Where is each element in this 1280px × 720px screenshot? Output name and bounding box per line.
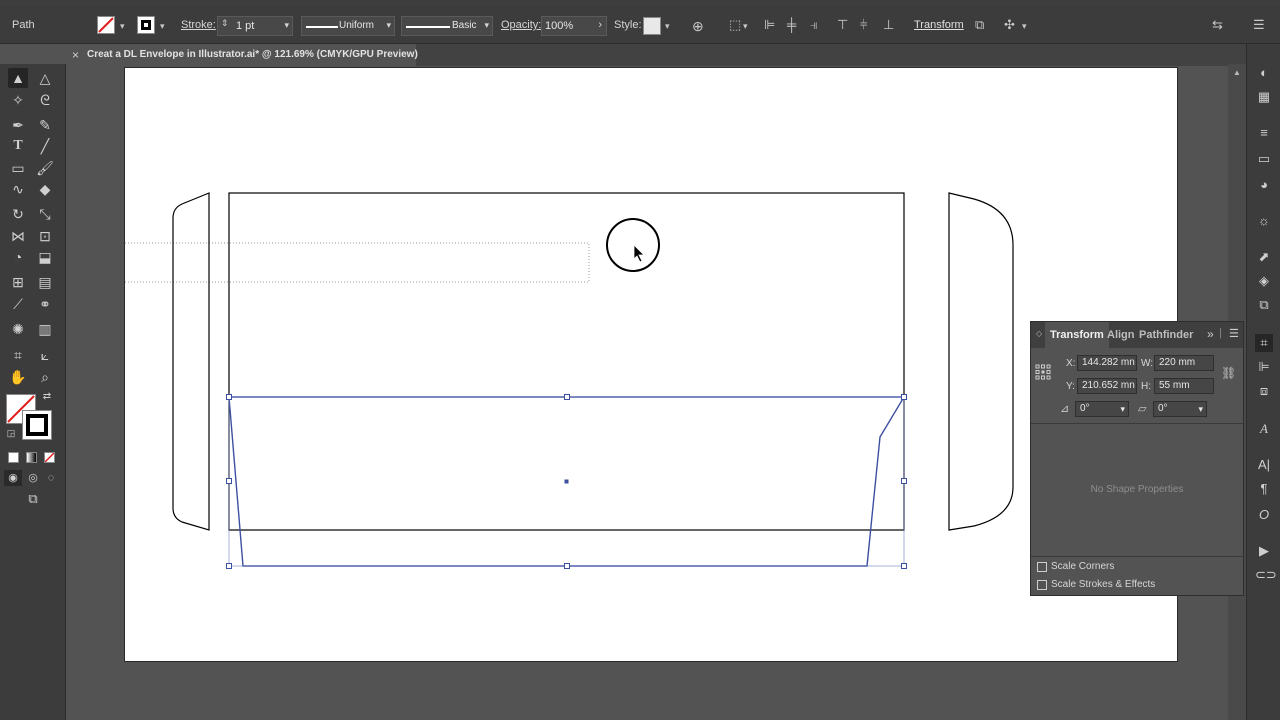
tab-align[interactable]: Align bbox=[1107, 329, 1135, 341]
bbox-handle bbox=[226, 563, 232, 569]
bbox-handle bbox=[226, 478, 232, 484]
expand-panel-icon[interactable]: » bbox=[1207, 327, 1214, 341]
x-label: X: bbox=[1066, 358, 1076, 369]
h-label: H: bbox=[1141, 381, 1151, 392]
dotted-guide bbox=[125, 242, 590, 283]
no-shape-properties: No Shape Properties bbox=[1090, 484, 1184, 495]
bbox-handle bbox=[901, 563, 907, 569]
h-field[interactable]: 55 mm bbox=[1154, 378, 1214, 394]
constrain-proportions-icon[interactable]: ⛓ bbox=[1221, 366, 1236, 380]
bbox-handle bbox=[226, 394, 232, 400]
transform-panel: ◇ Transform Align Pathfinder » | ☰ X: 14… bbox=[1030, 321, 1244, 596]
collapse-arrows-icon[interactable]: ◇ bbox=[1036, 329, 1042, 338]
scale-strokes-checkbox[interactable] bbox=[1037, 580, 1047, 590]
scale-corners-checkbox[interactable] bbox=[1037, 562, 1047, 572]
envelope-body bbox=[228, 192, 905, 531]
scale-strokes-label: Scale Strokes & Effects bbox=[1051, 579, 1156, 590]
chevron-down-icon[interactable]: ▾ bbox=[1120, 402, 1125, 416]
divider bbox=[1031, 556, 1243, 557]
cursor-highlight bbox=[606, 218, 660, 272]
mouse-cursor-icon bbox=[633, 244, 645, 263]
x-field[interactable]: 144.282 mn bbox=[1077, 355, 1137, 371]
scale-corners-label: Scale Corners bbox=[1051, 561, 1115, 572]
y-field[interactable]: 210.652 mn bbox=[1077, 378, 1137, 394]
shear-field[interactable]: 0° ▾ bbox=[1153, 401, 1207, 417]
panel-header: ◇ Transform Align Pathfinder » | ☰ bbox=[1031, 322, 1243, 348]
rotate-icon: ⊿ bbox=[1060, 403, 1070, 415]
divider: | bbox=[1219, 327, 1222, 339]
center-point bbox=[564, 479, 569, 484]
tab-pathfinder[interactable]: Pathfinder bbox=[1139, 329, 1193, 341]
shear-icon: ▱ bbox=[1138, 403, 1147, 415]
reference-point-icon[interactable] bbox=[1035, 364, 1051, 380]
shear-value: 0° bbox=[1158, 403, 1168, 414]
bbox-handle bbox=[901, 394, 907, 400]
bbox-handle bbox=[564, 394, 570, 400]
divider bbox=[1031, 423, 1243, 424]
rotate-field[interactable]: 0° ▾ bbox=[1075, 401, 1129, 417]
panel-menu-icon[interactable]: ☰ bbox=[1229, 327, 1239, 340]
w-label: W: bbox=[1141, 358, 1154, 369]
y-label: Y: bbox=[1066, 381, 1075, 392]
right-side-flap bbox=[948, 192, 1014, 531]
chevron-down-icon[interactable]: ▾ bbox=[1198, 402, 1203, 416]
w-field[interactable]: 220 mm bbox=[1154, 355, 1214, 371]
rotate-value: 0° bbox=[1080, 403, 1090, 414]
bbox-handle bbox=[901, 478, 907, 484]
left-side-flap bbox=[172, 192, 210, 531]
tab-transform[interactable]: Transform bbox=[1045, 322, 1109, 348]
bbox-handle bbox=[564, 563, 570, 569]
